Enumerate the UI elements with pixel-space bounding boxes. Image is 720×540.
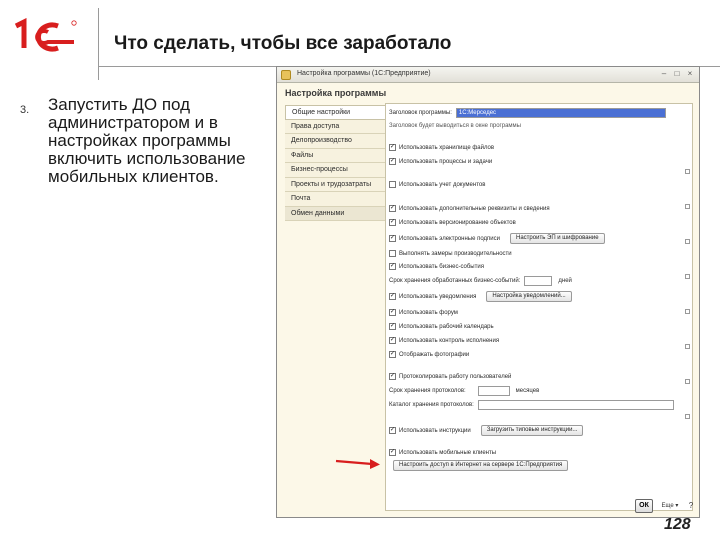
page-number: 128 <box>664 516 691 533</box>
tab-data-exchange[interactable]: Обмен данными <box>285 206 385 221</box>
minimize-icon[interactable]: – <box>659 69 669 79</box>
window-titlebar: Настройка программы (1С:Предприятие) – □… <box>277 67 699 83</box>
label-instructions: Использовать инструкции <box>399 427 471 434</box>
label-mobile-clients: Использовать мобильные клиенты <box>399 449 497 456</box>
log-retention-input[interactable] <box>477 385 510 396</box>
log-directory-label: Каталог хранения протоколов: <box>389 401 474 408</box>
internet-access-button[interactable]: Настроить доступ в Интернет на сервере 1… <box>393 460 569 471</box>
checkbox-instructions[interactable]: ✓ <box>389 427 396 434</box>
instructions-button[interactable]: Загрузить типовые инструкции... <box>480 425 584 436</box>
label-notifications: Использовать уведомления <box>399 293 477 300</box>
panel-scroll-markers <box>685 169 691 489</box>
label-processes: Использовать процессы и задачи <box>399 158 493 165</box>
tab-projects[interactable]: Проекты и трудозатраты <box>285 177 385 192</box>
tab-files[interactable]: Файлы <box>285 148 385 163</box>
checkbox-doc-accounting[interactable] <box>389 181 396 188</box>
checkbox-show-photos[interactable]: ✓ <box>389 351 396 358</box>
tab-mail[interactable]: Почта <box>285 192 385 207</box>
digital-signature-button[interactable]: Настроить ЭП и шифрование <box>510 233 605 244</box>
settings-window: Настройка программы (1С:Предприятие) – □… <box>276 66 700 518</box>
help-icon[interactable]: ? <box>685 499 697 513</box>
header-hint: Заголовок будет выводиться в окне програ… <box>389 122 521 129</box>
label-log-operations: Протоколировать работу пользователей <box>399 373 512 380</box>
checkbox-digital-signature[interactable]: ✓ <box>389 235 396 242</box>
label-business-events: Использовать бизнес-события <box>399 263 484 270</box>
retention-label: Срок хранения обработанных бизнес-событи… <box>389 277 521 284</box>
header-label: Заголовок программы: <box>389 109 452 116</box>
log-directory-input[interactable] <box>477 399 674 410</box>
checkbox-log-operations[interactable]: ✓ <box>389 373 396 380</box>
label-doc-accounting: Использовать учет документов <box>399 181 486 188</box>
app-icon <box>281 70 291 80</box>
window-title: Настройка программы (1С:Предприятие) <box>297 70 431 77</box>
notifications-button[interactable]: Настройка уведомлений... <box>486 291 572 302</box>
checkbox-versioning[interactable]: ✓ <box>389 219 396 226</box>
retention-unit: дней <box>558 277 572 284</box>
label-performance: Выполнять замеры производительности <box>399 250 512 257</box>
header-input[interactable]: 1С:Мерседес <box>455 107 666 118</box>
checkbox-business-events[interactable]: ✓ <box>389 263 396 270</box>
settings-tabs: Общие настройки Права доступа Делопроизв… <box>285 105 385 221</box>
tab-records[interactable]: Делопроизводство <box>285 134 385 149</box>
label-doc-control: Использовать контроль исполнения <box>399 337 500 344</box>
retention-input[interactable] <box>524 275 553 286</box>
label-extra-attrs: Использовать дополнительные реквизиты и … <box>399 205 550 212</box>
red-arrow-icon <box>335 459 380 469</box>
checkbox-forum[interactable]: ✓ <box>389 309 396 316</box>
slide-title: Что сделать, чтобы все заработало <box>114 33 452 54</box>
tab-general[interactable]: Общие настройки <box>285 105 385 120</box>
bullet-number: 3. <box>20 104 30 116</box>
log-retention-label: Срок хранения протоколов: <box>389 387 466 394</box>
checkbox-performance[interactable] <box>389 250 396 257</box>
label-show-photos: Отображать фотографии <box>399 351 470 358</box>
checkbox-doc-control[interactable]: ✓ <box>389 337 396 344</box>
log-retention-unit: месяцев <box>515 387 540 394</box>
label-versioning: Использовать версионирование объектов <box>399 219 516 226</box>
label-work-calendar: Использовать рабочий календарь <box>399 323 494 330</box>
checkbox-work-calendar[interactable]: ✓ <box>389 323 396 330</box>
checkbox-file-storage[interactable]: ✓ <box>389 144 396 151</box>
close-icon[interactable]: × <box>685 69 695 79</box>
header-vertical-divider <box>98 8 99 80</box>
maximize-icon[interactable]: □ <box>672 69 682 79</box>
tab-business-processes[interactable]: Бизнес-процессы <box>285 163 385 178</box>
label-digital-signature: Использовать электронные подписи <box>399 235 501 242</box>
checkbox-notifications[interactable]: ✓ <box>389 293 396 300</box>
checkbox-extra-attrs[interactable]: ✓ <box>389 205 396 212</box>
1c-logo-icon <box>14 18 77 52</box>
more-menu-button[interactable]: Еще ▾ <box>658 499 682 513</box>
label-forum: Использовать форум <box>399 309 458 316</box>
form-title: Настройка программы <box>285 88 387 98</box>
checkbox-mobile-clients[interactable]: ✓ <box>389 449 396 456</box>
label-file-storage: Использовать хранилище файлов <box>399 144 495 151</box>
checkbox-processes[interactable]: ✓ <box>389 158 396 165</box>
tab-access-rights[interactable]: Права доступа <box>285 119 385 134</box>
bullet-text: Запустить ДО под администратором и в нас… <box>48 95 246 186</box>
ok-button[interactable]: ОК <box>635 499 653 513</box>
